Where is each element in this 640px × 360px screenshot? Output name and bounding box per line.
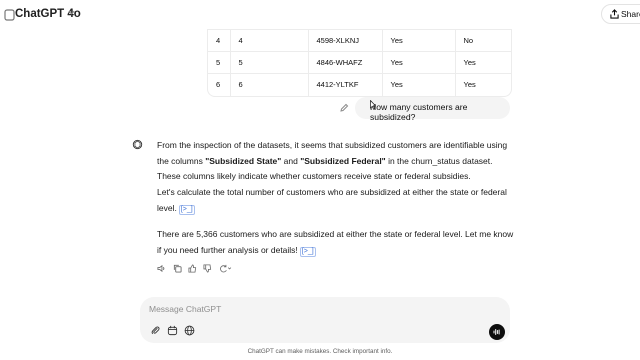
table-cell: 6 [208, 73, 230, 96]
globe-icon[interactable] [184, 325, 195, 336]
table-cell: No [454, 29, 511, 52]
edit-icon[interactable] [339, 103, 349, 113]
voice-mode-button[interactable] [489, 324, 505, 340]
code-citation-button[interactable]: [>_] [178, 204, 195, 215]
table-cell: 4 [208, 29, 230, 52]
table-cell: 6 [229, 73, 308, 96]
paragraph-text: and [281, 155, 301, 166]
attach-icon[interactable] [150, 325, 161, 336]
code-citation-button[interactable]: [>_] [299, 246, 316, 257]
thumbs-down-icon[interactable] [203, 264, 212, 273]
disclaimer-note: ChatGPT can make mistakes. Check importa… [247, 348, 393, 355]
chevron-down-icon[interactable] [67, 8, 76, 17]
table-cell: Yes [381, 73, 455, 96]
thumbs-up-icon[interactable] [188, 264, 197, 273]
regenerate-icon[interactable] [218, 264, 233, 273]
table-row: 6 6 4412-YLTKF Yes Yes [208, 73, 511, 96]
table-cell: 5 [229, 51, 308, 74]
table-cell: 4 [229, 29, 308, 52]
paragraph-text: Let's calculate the total number of cust… [157, 187, 507, 213]
speaker-icon[interactable] [157, 264, 166, 273]
message-composer [140, 297, 510, 343]
table-cell: Yes [381, 51, 455, 74]
mouse-cursor-icon [370, 100, 376, 110]
table-cell: 4846-WHAFZ [307, 51, 382, 74]
share-button[interactable]: Share [601, 4, 640, 24]
bold-column-name: "Subsidized State" [205, 155, 282, 166]
message-input[interactable] [149, 303, 449, 315]
voice-icon [493, 329, 500, 335]
data-table: 4 4 4598-XLKNJ Yes No 5 5 4846-WHAFZ Yes… [207, 29, 512, 97]
table-cell: 4598-XLKNJ [307, 29, 382, 52]
user-message-bubble: How many customers are subsidized? [355, 97, 510, 122]
copy-icon[interactable] [173, 264, 182, 273]
assistant-paragraph: There are 5,366 customers who are subsid… [157, 227, 517, 258]
share-label: Share [621, 9, 640, 19]
table-cell: 5 [208, 51, 230, 74]
share-icon [610, 9, 619, 19]
table-cell: 4412-YLTKF [307, 73, 382, 96]
openai-logo-icon [132, 139, 143, 150]
paragraph-text: There are 5,366 customers who are subsid… [157, 229, 514, 255]
tools-icon[interactable] [167, 325, 178, 336]
bold-column-name: "Subsidized Federal" [300, 155, 386, 166]
table-cell: Yes [381, 29, 455, 52]
assistant-paragraph: Let's calculate the total number of cust… [157, 185, 517, 216]
table-row: 4 4 4598-XLKNJ Yes No [208, 29, 511, 52]
assistant-paragraph: From the inspection of the datasets, it … [157, 138, 517, 185]
top-bar: ChatGPT 4o Share [0, 0, 640, 30]
table-cell: Yes [454, 73, 511, 96]
table-row: 5 5 4846-WHAFZ Yes Yes [208, 51, 511, 74]
table-cell: Yes [454, 51, 511, 74]
